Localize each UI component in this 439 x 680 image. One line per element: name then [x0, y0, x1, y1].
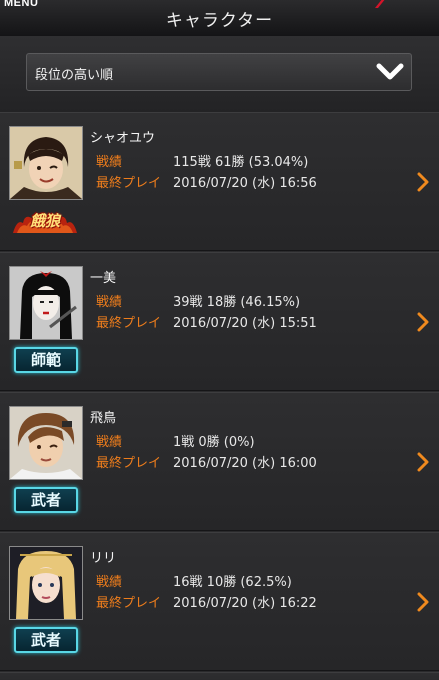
- character-list-screen: MENU キャラクター 段位の高い順 餓狼 シャオユウ 戦績 115戦 61勝 …: [0, 0, 439, 680]
- character-portrait: [9, 406, 83, 480]
- character-row[interactable]: 武者 リリ 戦績 16戦 10勝 (62.5%) 最終プレイ 2016/07/2…: [0, 532, 439, 671]
- sort-bar: 段位の高い順: [0, 36, 439, 112]
- sort-selected-label: 段位の高い順: [35, 68, 114, 83]
- rank-badge: 師範: [14, 347, 78, 373]
- chevron-right-icon[interactable]: [416, 312, 430, 332]
- brand-mark-icon: [375, 0, 385, 8]
- last-played-label: 最終プレイ: [96, 316, 162, 331]
- rank-badge: 武者: [14, 627, 78, 653]
- rank-badge: 武者: [14, 487, 78, 513]
- character-row[interactable]: 師範 一美 戦績 39戦 18勝 (46.15%) 最終プレイ 2016/07/…: [0, 252, 439, 391]
- last-played-value: 2016/07/20 (水) 16:00: [173, 456, 317, 471]
- character-portrait: [9, 266, 83, 340]
- last-played-value: 2016/07/20 (水) 16:56: [173, 176, 317, 191]
- last-played-label: 最終プレイ: [96, 176, 162, 191]
- last-played-value: 2016/07/20 (水) 15:51: [173, 316, 317, 331]
- record-label: 戦績: [96, 435, 123, 450]
- character-name: シャオユウ: [90, 131, 156, 146]
- rank-label: 餓狼: [29, 212, 60, 230]
- chevron-right-icon[interactable]: [416, 592, 430, 612]
- page-title: キャラクター: [165, 11, 274, 31]
- rank-badge: 餓狼: [11, 209, 79, 235]
- chevron-down-icon: [376, 63, 404, 80]
- app-header: MENU キャラクター: [0, 0, 439, 37]
- record-value: 16戦 10勝 (62.5%): [173, 575, 292, 590]
- record-label: 戦績: [96, 575, 123, 590]
- character-portrait: [9, 126, 83, 200]
- record-value: 39戦 18勝 (46.15%): [173, 295, 301, 310]
- record-label: 戦績: [96, 295, 123, 310]
- character-row[interactable]: 餓狼 シャオユウ 戦績 115戦 61勝 (53.04%) 最終プレイ 2016…: [0, 112, 439, 251]
- character-portrait: [9, 546, 83, 620]
- character-name: リリ: [90, 551, 117, 566]
- character-name: 飛鳥: [90, 411, 117, 426]
- character-row[interactable]: 武者 飛鳥 戦績 1戦 0勝 (0%) 最終プレイ 2016/07/20 (水)…: [0, 392, 439, 531]
- last-played-label: 最終プレイ: [96, 596, 162, 611]
- chevron-right-icon[interactable]: [416, 452, 430, 472]
- record-label: 戦績: [96, 155, 123, 170]
- last-played-label: 最終プレイ: [96, 456, 162, 471]
- last-played-value: 2016/07/20 (水) 16:22: [173, 596, 317, 611]
- character-row-partial[interactable]: [0, 672, 439, 680]
- record-value: 115戦 61勝 (53.04%): [173, 155, 309, 170]
- character-name: 一美: [90, 271, 117, 286]
- chevron-right-icon[interactable]: [416, 172, 430, 192]
- record-value: 1戦 0勝 (0%): [173, 435, 255, 450]
- sort-dropdown[interactable]: 段位の高い順: [26, 53, 412, 91]
